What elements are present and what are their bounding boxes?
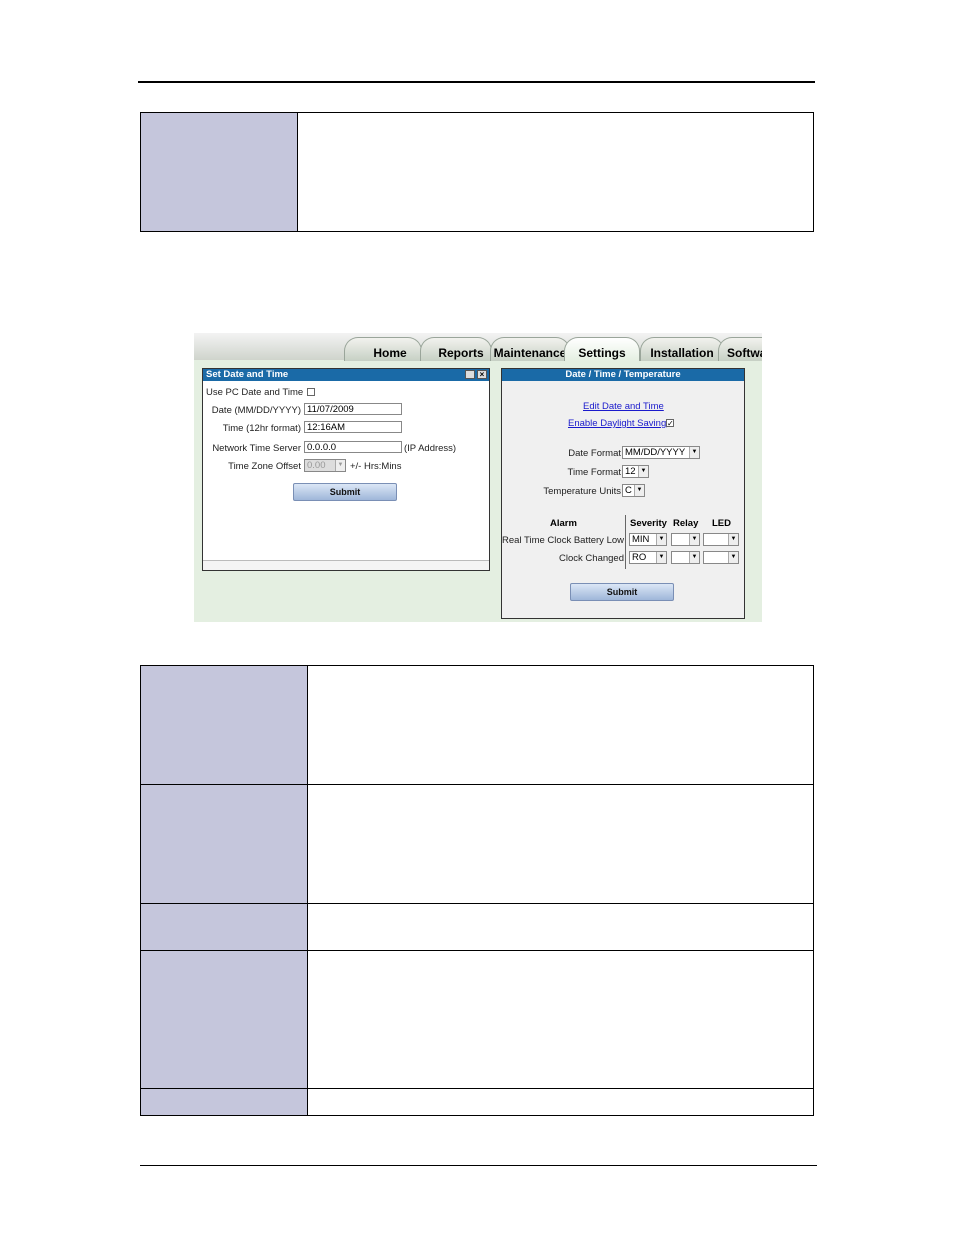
chevron-down-icon: ▼ — [335, 460, 345, 471]
alarm-row-severity-select[interactable]: MIN ▼ — [629, 533, 667, 546]
time-format-select[interactable]: 12 ▼ — [622, 465, 649, 478]
table-row-key-cell — [140, 665, 308, 785]
tab-maintenance-label: Maintenance — [493, 346, 567, 360]
footer-rule — [140, 1165, 817, 1166]
tab-settings-label: Settings — [578, 346, 626, 360]
edit-date-time-link[interactable]: Edit Date and Time — [583, 401, 664, 412]
network-time-server-input[interactable]: 0.0.0.0 — [304, 441, 402, 453]
chevron-down-icon: ▼ — [728, 552, 738, 563]
top-table-key-cell — [140, 112, 298, 232]
table-row-value-cell — [307, 784, 814, 904]
chevron-down-icon: ▼ — [656, 534, 666, 545]
table-row-key-cell — [140, 903, 308, 951]
date-label: Date (MM/DD/YYYY) — [211, 405, 301, 416]
set-date-time-title: Set Date and Time × — [203, 369, 489, 381]
alarm-row-led-select[interactable]: ▼ — [703, 533, 739, 546]
use-pc-date-label: Use PC Date and Time — [206, 387, 304, 398]
relay-column-header: Relay — [673, 518, 699, 529]
window-status-bar — [203, 560, 489, 570]
alarm-column-header: Alarm — [550, 518, 577, 529]
tab-installation[interactable]: Installation — [640, 337, 724, 361]
table-row-key-cell — [140, 950, 308, 1089]
time-label: Time (12hr format) — [222, 423, 301, 434]
alarm-row-name: Real Time Clock Battery Low — [502, 535, 624, 546]
chevron-down-icon: ▼ — [689, 552, 699, 563]
set-date-time-title-text: Set Date and Time — [206, 369, 289, 380]
ip-address-hint: (IP Address) — [404, 443, 457, 454]
led-column-header: LED — [712, 518, 731, 529]
network-time-server-label: Network Time Server — [212, 443, 301, 454]
time-zone-offset-select[interactable]: 0.00 ▼ — [304, 459, 346, 472]
settings-screenshot: Home Reports Maintenance Installation So… — [194, 333, 762, 622]
time-format-value: 12 — [625, 466, 636, 477]
severity-column-header: Severity — [630, 518, 667, 529]
time-format-label: Time Format — [567, 467, 621, 478]
tab-reports-label: Reports — [438, 346, 484, 360]
time-zone-offset-label: Time Zone Offset — [228, 461, 301, 472]
date-time-temperature-window: Date / Time / Temperature Edit Date and … — [501, 368, 745, 619]
alarm-row-severity-select[interactable]: RO ▼ — [629, 551, 667, 564]
minimize-icon[interactable] — [465, 370, 475, 379]
set-date-time-window: Set Date and Time × Use PC Date and Time… — [202, 368, 490, 571]
table-row-value-cell — [307, 1088, 814, 1116]
alarm-row-name: Clock Changed — [559, 553, 624, 564]
tab-software-label: Softwa — [727, 346, 762, 360]
enable-daylight-saving-link[interactable]: Enable Daylight Saving — [568, 418, 666, 429]
alarm-row-severity-value: MIN — [632, 534, 650, 545]
header-rule — [138, 81, 815, 83]
alarm-row-led-select[interactable]: ▼ — [703, 551, 739, 564]
time-zone-offset-value: 0.00 — [307, 460, 326, 471]
daylight-saving-checkbox[interactable]: ✓ — [666, 419, 674, 428]
date-format-select[interactable]: MM/DD/YYYY ▼ — [622, 446, 700, 459]
alarm-row-relay-select[interactable]: ▼ — [671, 533, 700, 546]
temperature-units-value: C — [625, 485, 632, 496]
tab-reports[interactable]: Reports — [420, 337, 492, 361]
table-row-key-cell — [140, 784, 308, 904]
chevron-down-icon: ▼ — [634, 485, 644, 496]
tab-home[interactable]: Home — [344, 337, 422, 361]
table-row-value-cell — [307, 903, 814, 951]
top-table-value-cell — [297, 112, 814, 232]
table-row-value-cell — [307, 665, 814, 785]
date-format-value: MM/DD/YYYY — [625, 447, 686, 458]
chevron-down-icon: ▼ — [728, 534, 738, 545]
temperature-units-label: Temperature Units — [543, 486, 621, 497]
alarm-row-relay-select[interactable]: ▼ — [671, 551, 700, 564]
table-row-key-cell — [140, 1088, 308, 1116]
chevron-down-icon: ▼ — [689, 447, 699, 458]
alarm-column-divider — [625, 515, 626, 569]
chevron-down-icon: ▼ — [656, 552, 666, 563]
time-input[interactable]: 12:16AM — [304, 421, 402, 433]
bottom-table — [140, 665, 814, 1116]
date-input[interactable]: 11/07/2009 — [304, 403, 402, 415]
date-time-temperature-title: Date / Time / Temperature — [502, 369, 744, 381]
tab-settings[interactable]: Settings — [564, 337, 640, 361]
tab-home-label: Home — [373, 346, 407, 360]
chevron-down-icon: ▼ — [689, 534, 699, 545]
alarm-row-severity-value: RO — [632, 552, 647, 563]
tab-maintenance[interactable]: Maintenance — [490, 337, 570, 361]
right-submit-button[interactable]: Submit — [570, 583, 674, 601]
date-format-label: Date Format — [568, 448, 621, 459]
chevron-down-icon: ▼ — [638, 466, 648, 477]
table-row-value-cell — [307, 950, 814, 1089]
tab-installation-label: Installation — [650, 346, 714, 360]
hrs-mins-hint: +/- Hrs:Mins — [350, 461, 402, 472]
close-icon[interactable]: × — [477, 370, 487, 379]
left-submit-button[interactable]: Submit — [293, 483, 397, 501]
tab-software[interactable]: Softwa — [718, 337, 762, 361]
use-pc-date-checkbox[interactable] — [307, 388, 315, 396]
temperature-units-select[interactable]: C ▼ — [622, 484, 645, 497]
top-table — [140, 112, 814, 232]
